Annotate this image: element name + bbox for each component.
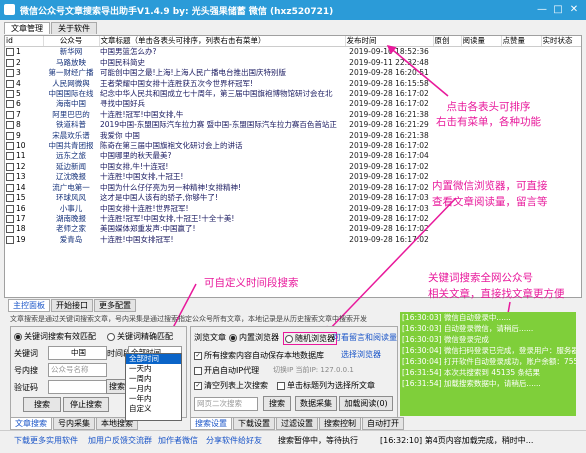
tab-search-control[interactable]: 搜索控制 xyxy=(319,417,361,430)
status-share[interactable]: 分享软件给好友 xyxy=(206,435,262,446)
choose-browser-link[interactable]: 选择浏览器 xyxy=(341,349,381,360)
status-state: 搜索暂停中，等待执行 xyxy=(278,436,358,445)
chk-clear-list-box: ✓ xyxy=(194,381,202,390)
tab-search-settings[interactable]: 搜索设置 xyxy=(190,417,232,430)
log-line: [16:31:54] 加载搜索数据中，请稍后...... xyxy=(402,379,541,388)
keyword-label: 关键词 xyxy=(14,349,38,358)
status-download-more[interactable]: 下载更多实用软件 xyxy=(14,435,78,446)
read-count-note: 可看留言和阅读量 xyxy=(333,333,397,342)
bottom-tabs: 主控面板 开始接口 更多配置 xyxy=(8,299,137,312)
tab-start-api[interactable]: 开始接口 xyxy=(51,299,93,312)
log-line: [16:30:04] 微信扫码登录已完成，登录用户：服务器中 xyxy=(402,346,576,355)
radio-internal-indicator xyxy=(229,333,237,342)
log-line: [16:31:54] 本次共搜索到 45135 条结果 xyxy=(402,368,541,377)
left-bottom-tabs: 文章搜索 号内采集 本地搜索 xyxy=(10,417,139,430)
status-message: [16:32:10] 第4页内容加载完成，稍时中... xyxy=(380,436,534,445)
time-option[interactable]: 全部时间 xyxy=(126,354,181,364)
search-hint: 文章搜索是通过关键词搜索文章，号内采集是通过搜索指定公众号所有文章，本地记录是从… xyxy=(10,315,367,323)
chk-auto-save[interactable]: ✓ 所有搜索内容自动保存本地数据库 xyxy=(194,350,324,361)
chk-clear-list-label: 清空列表上次搜索 xyxy=(204,381,268,390)
radio-default-label: 随机浏览器 xyxy=(295,334,335,343)
log-line: [16:30:03] 微信登录完成 xyxy=(402,335,489,344)
log-line: [16:30:03] 自动登录微信，请稍后...... xyxy=(402,324,534,333)
radio-keyword-indicator xyxy=(14,332,22,341)
repeat-search-input[interactable]: 网页二次搜索 xyxy=(194,397,258,411)
browse-group-label: 浏览文章 xyxy=(194,333,226,342)
browser-panel: 浏览文章 内置浏览器 随机浏览器 可看留言和阅读量 ✓ 所有搜索内容自动保存本地数… xyxy=(190,326,398,418)
tab-download-settings[interactable]: 下载设置 xyxy=(233,417,275,430)
stop-search-button[interactable]: 停止搜索 xyxy=(63,397,109,412)
radio-keyword-label: 关键词搜索有效匹配 xyxy=(24,332,96,341)
tab-more-config[interactable]: 更多配置 xyxy=(94,299,136,312)
time-option[interactable]: 自定义 xyxy=(126,404,181,414)
time-option[interactable]: 一月内 xyxy=(126,384,181,394)
chk-auto-save-box: ✓ xyxy=(194,351,202,360)
time-option[interactable]: 一年内 xyxy=(126,394,181,404)
tab-auto-open[interactable]: 自动打开 xyxy=(362,417,404,430)
status-join-group[interactable]: 加用户反馈交流群 xyxy=(88,435,152,446)
radio-internal-browser[interactable]: 内置浏览器 xyxy=(229,332,279,343)
radio-keyword[interactable]: 关键词搜索有效匹配 xyxy=(14,331,96,342)
time-option[interactable]: 一周内 xyxy=(126,374,181,384)
radio-exact-indicator xyxy=(107,332,115,341)
log-line: [16:30:03] 微信自动登录中...... xyxy=(402,313,511,322)
radio-internal-label: 内置浏览器 xyxy=(239,333,279,342)
arrow-sort xyxy=(386,45,449,97)
chk-single-click-label: 单击标题列为选择所文章 xyxy=(287,381,375,390)
radio-exact[interactable]: 关键词精确匹配 xyxy=(107,331,173,342)
radio-default-indicator xyxy=(285,334,293,343)
status-bar: 下载更多实用软件 加用户反馈交流群 加作者微信 分享软件给好友 搜索暂停中，等待… xyxy=(0,430,586,453)
log-panel: [16:30:03] 微信自动登录中...... [16:30:03] 自动登录微… xyxy=(400,312,576,416)
captcha-label: 验证码 xyxy=(14,383,38,392)
tab-article-search[interactable]: 文章搜索 xyxy=(10,417,52,430)
chk-auto-proxy[interactable]: 开启自动IP代理 xyxy=(194,365,259,376)
chk-single-click-box xyxy=(277,381,285,390)
browser-search-button[interactable]: 搜索 xyxy=(263,396,291,411)
status-add-wechat[interactable]: 加作者微信 xyxy=(158,435,198,446)
tab-account-collect[interactable]: 号内采集 xyxy=(53,417,95,430)
account-label: 号内搜 xyxy=(14,366,38,375)
radio-default-browser[interactable]: 随机浏览器 xyxy=(283,332,337,345)
search-button[interactable]: 搜索 xyxy=(23,397,61,412)
time-dropdown[interactable]: 全部时间 一天内 一周内 一月内 一年内 自定义 xyxy=(125,353,182,421)
captcha-input[interactable] xyxy=(48,380,107,394)
log-line: [16:30:04] 打开软件自动登录成功，账户余额：7558 xyxy=(402,357,576,366)
chk-clear-list[interactable]: ✓ 清空列表上次搜索 xyxy=(194,380,268,391)
time-option[interactable]: 一天内 xyxy=(126,364,181,374)
chk-auto-proxy-label: 开启自动IP代理 xyxy=(204,366,260,375)
settings-tabs: 搜索设置 下载设置 过滤设置 搜索控制 自动打开 xyxy=(190,417,405,430)
chk-single-click[interactable]: 单击标题列为选择所文章 xyxy=(277,380,375,391)
radio-exact-label: 关键词精确匹配 xyxy=(117,332,173,341)
account-input[interactable]: 公众号名称 xyxy=(48,363,107,377)
tab-filter-settings[interactable]: 过滤设置 xyxy=(276,417,318,430)
load-read-button[interactable]: 加载阅读(0) xyxy=(339,396,393,411)
data-collect-button[interactable]: 数据采集 xyxy=(295,396,337,411)
keyword-input[interactable]: 中国 xyxy=(48,346,107,360)
chk-auto-proxy-box xyxy=(194,366,202,375)
chk-auto-save-label: 所有搜索内容自动保存本地数据库 xyxy=(204,351,324,360)
proxy-note: 切换IP 当前IP: 127.0.0.1 xyxy=(273,366,354,374)
tab-main-control[interactable]: 主控面板 xyxy=(8,299,50,312)
